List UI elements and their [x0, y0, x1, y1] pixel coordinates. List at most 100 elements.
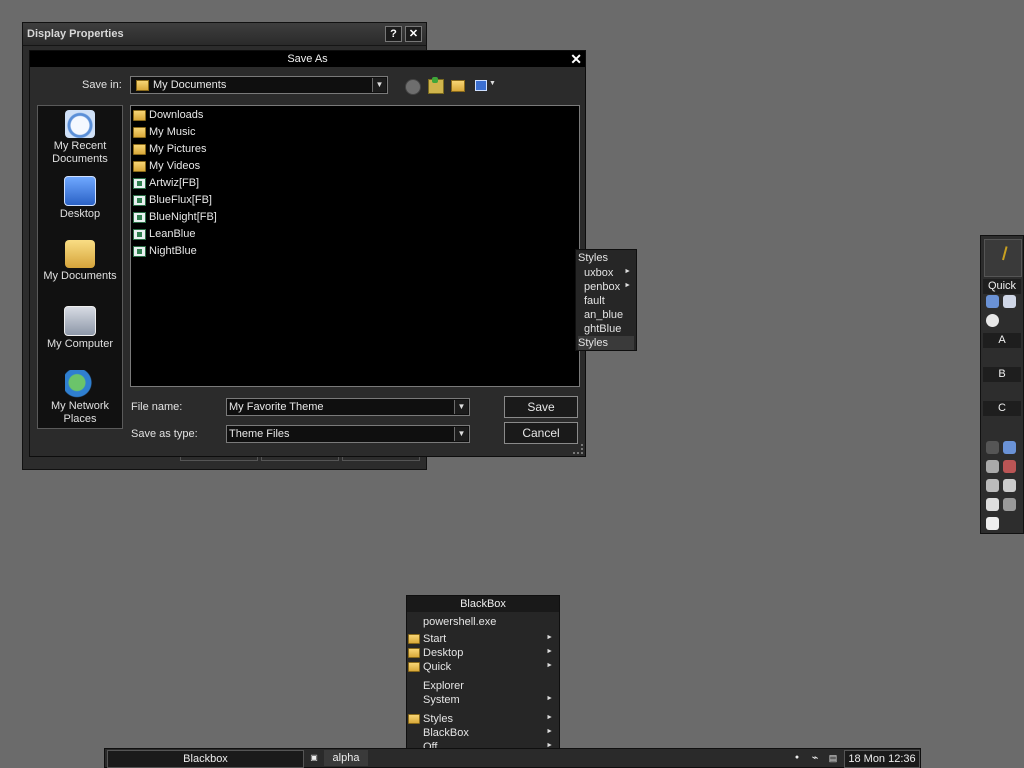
menu-item[interactable]: ghtBlue: [584, 322, 621, 336]
blackbox-menu-title: BlackBox: [407, 596, 559, 612]
tray-app-icon[interactable]: [986, 479, 999, 492]
places-item-desktop[interactable]: Desktop: [38, 176, 122, 221]
tray-network-icon[interactable]: ⌁: [808, 750, 822, 766]
recent-documents-icon: [65, 110, 95, 138]
submenu-arrow-icon: ►: [546, 714, 553, 721]
menu-item-explorer[interactable]: Explorer: [423, 679, 464, 693]
submenu-arrow-icon: ►: [546, 662, 553, 669]
menu-item[interactable]: fault: [584, 294, 605, 308]
places-item-my-computer[interactable]: My Computer: [38, 306, 122, 351]
my-documents-folder-icon: [65, 240, 95, 268]
folder-music-icon: [133, 126, 146, 138]
menu-item[interactable]: uxbox: [584, 266, 613, 280]
menu-item[interactable]: an_blue: [584, 308, 623, 322]
workspace-label[interactable]: C: [983, 401, 1021, 416]
internet-explorer-icon[interactable]: [986, 295, 999, 308]
tray-printer-icon[interactable]: [1003, 479, 1016, 492]
file-list[interactable]: Downloads My Music My Pictures My Videos…: [130, 105, 580, 387]
list-item[interactable]: Downloads: [133, 107, 203, 124]
workspace-label[interactable]: A: [983, 333, 1021, 348]
save-as-titlebar[interactable]: Save As ✕: [30, 51, 585, 67]
tray-monitor-icon[interactable]: ▤: [827, 750, 839, 766]
save-as-type-dropdown[interactable]: Theme Files ▼: [226, 425, 470, 443]
menu-item-desktop[interactable]: Desktop: [407, 646, 463, 660]
display-properties-title: Display Properties: [27, 28, 124, 40]
tray-app-icon[interactable]: [986, 498, 999, 511]
submenu-arrow-icon: ►: [546, 728, 553, 735]
recycle-bin-icon[interactable]: [986, 517, 999, 530]
folder-icon: [408, 634, 420, 645]
list-item[interactable]: BlueFlux[FB]: [133, 192, 212, 209]
command-item[interactable]: powershell.exe: [423, 615, 496, 629]
menu-item-styles[interactable]: Styles: [407, 712, 453, 726]
list-item[interactable]: My Pictures: [133, 141, 206, 158]
places-bar: My Recent Documents Desktop My Documents…: [37, 105, 123, 429]
folder-videos-icon: [133, 160, 146, 172]
submenu-arrow-icon: ►: [624, 268, 631, 275]
file-name-field[interactable]: My Favorite Theme ▼: [226, 398, 470, 416]
up-folder-icon[interactable]: [428, 77, 444, 94]
save-button[interactable]: Save: [504, 396, 578, 418]
view-menu-icon[interactable]: ▼: [475, 79, 496, 93]
blackbox-menu: BlackBox powershell.exe Start ► Desktop ► …: [406, 595, 560, 752]
clock[interactable]: 18 Mon 12:36: [844, 750, 920, 768]
tray-app-icon[interactable]: [1003, 498, 1016, 511]
places-item-my-documents[interactable]: My Documents: [38, 240, 122, 283]
list-item[interactable]: LeanBlue: [133, 226, 196, 243]
my-documents-icon: [136, 79, 149, 91]
list-item[interactable]: Artwiz[FB]: [133, 175, 199, 192]
cancel-button[interactable]: Cancel: [504, 422, 578, 444]
help-button[interactable]: ?: [385, 26, 402, 42]
display-properties-titlebar[interactable]: Display Properties ? ✕: [23, 23, 426, 46]
places-item-network[interactable]: My Network Places: [38, 370, 122, 426]
list-item[interactable]: NightBlue: [133, 243, 197, 260]
my-computer-icon: [64, 306, 96, 336]
tray-browser-icon[interactable]: [1003, 441, 1016, 454]
list-item[interactable]: My Music: [133, 124, 195, 141]
close-icon[interactable]: ✕: [570, 51, 582, 67]
desktop-shortcut-icon[interactable]: [1003, 295, 1016, 308]
save-in-label: Save in:: [82, 79, 122, 91]
menu-item-system[interactable]: System: [423, 693, 460, 707]
theme-file-icon: [133, 194, 146, 206]
save-in-dropdown[interactable]: My Documents ▼: [130, 76, 388, 94]
places-label: Desktop: [59, 208, 101, 220]
quick-launch-label: Quick: [983, 279, 1021, 294]
submenu-arrow-icon: ►: [546, 648, 553, 655]
submenu-arrow-icon: ►: [546, 634, 553, 641]
menu-item-selected[interactable]: Styles: [578, 336, 634, 350]
list-item[interactable]: My Videos: [133, 158, 200, 175]
back-icon[interactable]: [405, 79, 421, 95]
chevron-down-icon[interactable]: ▼: [372, 78, 386, 92]
file-name-value: My Favorite Theme: [229, 401, 324, 413]
styles-menu: Styles uxbox ► penbox ► fault an_blue ghtB…: [575, 249, 637, 351]
places-item-recent[interactable]: My Recent Documents: [38, 110, 122, 166]
list-item[interactable]: BlueNight[FB]: [133, 209, 217, 226]
menu-item-quick[interactable]: Quick: [407, 660, 451, 674]
close-button[interactable]: ✕: [405, 26, 422, 42]
slit-panel: Quick A B C: [980, 235, 1024, 534]
tray-app-icon[interactable]: [1003, 460, 1016, 473]
new-folder-icon[interactable]: [451, 80, 465, 92]
task-button[interactable]: alpha: [324, 750, 368, 766]
menu-item-start[interactable]: Start: [407, 632, 446, 646]
menu-item[interactable]: penbox: [584, 280, 620, 294]
theme-file-icon: [133, 245, 146, 257]
desktop-icon: [64, 176, 96, 206]
workspace-label[interactable]: B: [983, 367, 1021, 382]
workspace-name[interactable]: Blackbox: [107, 750, 304, 768]
theme-file-icon: [133, 228, 146, 240]
media-player-icon[interactable]: [986, 314, 999, 327]
chevron-down-icon[interactable]: ▼: [454, 400, 468, 414]
task-icon[interactable]: ▣: [308, 750, 320, 766]
places-label: My Computer: [46, 338, 114, 350]
tray-app-icon[interactable]: [986, 460, 999, 473]
places-label: My Documents: [43, 270, 117, 282]
save-as-title: Save As: [287, 53, 328, 65]
resize-grip[interactable]: [573, 444, 583, 454]
menu-item-blackbox[interactable]: BlackBox: [423, 726, 469, 740]
taskbar: Blackbox ▣ alpha ● ⌁ ▤ 18 Mon 12:36: [104, 748, 921, 768]
chevron-down-icon[interactable]: ▼: [454, 427, 468, 441]
tray-dot-icon[interactable]: ●: [793, 750, 801, 766]
tray-settings-icon[interactable]: [986, 441, 999, 454]
